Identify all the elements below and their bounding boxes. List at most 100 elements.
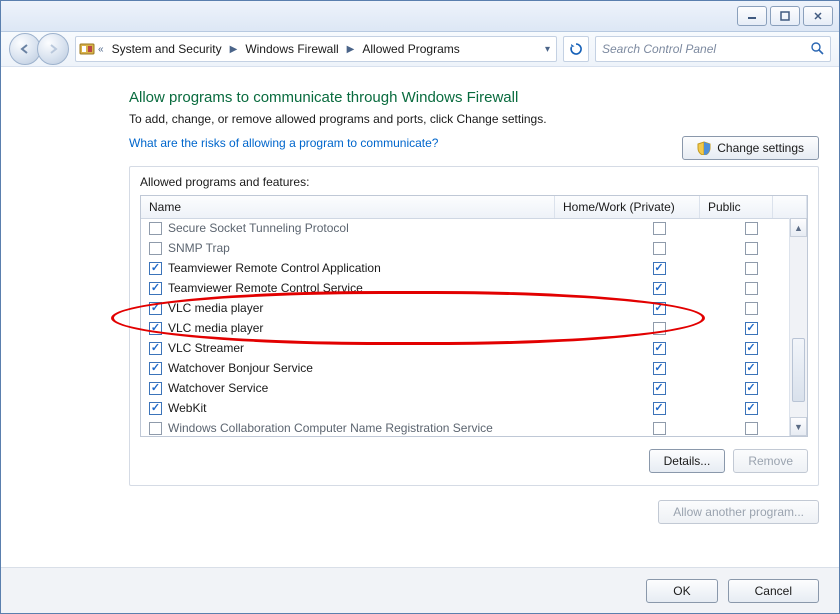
change-settings-label: Change settings bbox=[717, 141, 804, 155]
homework-checkbox[interactable] bbox=[653, 342, 666, 355]
col-scroll-spacer bbox=[773, 196, 807, 218]
public-cell bbox=[726, 242, 782, 255]
public-checkbox[interactable] bbox=[745, 402, 758, 415]
homework-checkbox[interactable] bbox=[653, 262, 666, 275]
table-row[interactable]: Watchover Service bbox=[141, 378, 790, 398]
homework-cell bbox=[598, 422, 726, 435]
enable-checkbox[interactable] bbox=[149, 342, 162, 355]
public-cell bbox=[726, 302, 782, 315]
homework-checkbox[interactable] bbox=[653, 322, 666, 335]
table-row[interactable]: WebKit bbox=[141, 398, 790, 418]
close-icon bbox=[813, 11, 823, 21]
homework-cell bbox=[598, 362, 726, 375]
ok-button[interactable]: OK bbox=[646, 579, 717, 603]
allowed-programs-panel: Allowed programs and features: Name Home… bbox=[129, 166, 819, 486]
program-name: Teamviewer Remote Control Service bbox=[168, 281, 598, 295]
homework-cell bbox=[598, 282, 726, 295]
program-name: Teamviewer Remote Control Application bbox=[168, 261, 598, 275]
risks-link[interactable]: What are the risks of allowing a program… bbox=[129, 136, 438, 150]
public-checkbox[interactable] bbox=[745, 302, 758, 315]
enable-checkbox[interactable] bbox=[149, 362, 162, 375]
homework-checkbox[interactable] bbox=[653, 302, 666, 315]
breadcrumb-seg-1[interactable]: Windows Firewall bbox=[239, 38, 344, 60]
grid-rows: Secure Socket Tunneling ProtocolSNMP Tra… bbox=[141, 218, 790, 436]
enable-checkbox[interactable] bbox=[149, 262, 162, 275]
page-subtitle: To add, change, or remove allowed progra… bbox=[129, 112, 819, 126]
change-settings-button[interactable]: Change settings bbox=[682, 136, 819, 160]
public-cell bbox=[726, 222, 782, 235]
scroll-down-button[interactable]: ▼ bbox=[790, 417, 807, 436]
scrollbar[interactable]: ▲ ▼ bbox=[789, 218, 807, 436]
close-button[interactable] bbox=[803, 6, 833, 26]
homework-checkbox[interactable] bbox=[653, 402, 666, 415]
table-row[interactable]: VLC Streamer bbox=[141, 338, 790, 358]
homework-checkbox[interactable] bbox=[653, 382, 666, 395]
public-checkbox[interactable] bbox=[745, 422, 758, 435]
enable-checkbox[interactable] bbox=[149, 242, 162, 255]
search-input[interactable]: Search Control Panel bbox=[595, 36, 831, 62]
enable-checkbox[interactable] bbox=[149, 322, 162, 335]
homework-checkbox[interactable] bbox=[653, 222, 666, 235]
panel-header: Allowed programs and features: bbox=[130, 167, 818, 195]
chevron-down-icon[interactable]: ▾ bbox=[545, 44, 550, 55]
public-cell bbox=[726, 342, 782, 355]
table-row[interactable]: Windows Collaboration Computer Name Regi… bbox=[141, 418, 790, 436]
table-row[interactable]: Teamviewer Remote Control Service bbox=[141, 278, 790, 298]
remove-button[interactable]: Remove bbox=[733, 449, 808, 473]
public-cell bbox=[726, 322, 782, 335]
details-button[interactable]: Details... bbox=[649, 449, 726, 473]
shield-icon bbox=[697, 141, 711, 155]
col-homework[interactable]: Home/Work (Private) bbox=[555, 196, 700, 218]
col-public[interactable]: Public bbox=[700, 196, 773, 218]
chevron-right-icon: « bbox=[96, 44, 106, 55]
scroll-up-button[interactable]: ▲ bbox=[790, 218, 807, 237]
public-checkbox[interactable] bbox=[745, 242, 758, 255]
public-checkbox[interactable] bbox=[745, 362, 758, 375]
chevron-right-icon: ▶ bbox=[345, 44, 357, 55]
table-row[interactable]: Secure Socket Tunneling Protocol bbox=[141, 218, 790, 238]
enable-checkbox[interactable] bbox=[149, 382, 162, 395]
public-checkbox[interactable] bbox=[745, 282, 758, 295]
forward-button[interactable] bbox=[37, 33, 69, 65]
homework-checkbox[interactable] bbox=[653, 242, 666, 255]
table-row[interactable]: SNMP Trap bbox=[141, 238, 790, 258]
minimize-button[interactable] bbox=[737, 6, 767, 26]
enable-checkbox[interactable] bbox=[149, 422, 162, 435]
enable-checkbox[interactable] bbox=[149, 282, 162, 295]
homework-checkbox[interactable] bbox=[653, 282, 666, 295]
allow-another-program-button[interactable]: Allow another program... bbox=[658, 500, 819, 524]
public-cell bbox=[726, 402, 782, 415]
public-checkbox[interactable] bbox=[745, 222, 758, 235]
breadcrumb-seg-0[interactable]: System and Security bbox=[106, 38, 228, 60]
homework-cell bbox=[598, 402, 726, 415]
cancel-button[interactable]: Cancel bbox=[728, 579, 819, 603]
program-name: Watchover Bonjour Service bbox=[168, 361, 598, 375]
col-name[interactable]: Name bbox=[141, 196, 555, 218]
homework-checkbox[interactable] bbox=[653, 422, 666, 435]
breadcrumb-seg-2[interactable]: Allowed Programs bbox=[356, 38, 465, 60]
breadcrumb[interactable]: « System and Security ▶ Windows Firewall… bbox=[75, 36, 557, 62]
top-row: What are the risks of allowing a program… bbox=[129, 136, 819, 162]
table-row[interactable]: VLC media player bbox=[141, 298, 790, 318]
public-checkbox[interactable] bbox=[745, 262, 758, 275]
navbar: « System and Security ▶ Windows Firewall… bbox=[1, 32, 839, 67]
homework-checkbox[interactable] bbox=[653, 362, 666, 375]
table-row[interactable]: VLC media player bbox=[141, 318, 790, 338]
public-checkbox[interactable] bbox=[745, 382, 758, 395]
enable-checkbox[interactable] bbox=[149, 222, 162, 235]
maximize-button[interactable] bbox=[770, 6, 800, 26]
enable-checkbox[interactable] bbox=[149, 402, 162, 415]
table-row[interactable]: Teamviewer Remote Control Application bbox=[141, 258, 790, 278]
refresh-button[interactable] bbox=[563, 36, 589, 62]
titlebar bbox=[1, 1, 839, 32]
bottom-bar: OK Cancel bbox=[1, 567, 839, 613]
enable-checkbox[interactable] bbox=[149, 302, 162, 315]
control-panel-icon bbox=[78, 40, 96, 58]
homework-cell bbox=[598, 222, 726, 235]
public-checkbox[interactable] bbox=[745, 342, 758, 355]
scroll-thumb[interactable] bbox=[792, 338, 805, 402]
table-row[interactable]: Watchover Bonjour Service bbox=[141, 358, 790, 378]
public-checkbox[interactable] bbox=[745, 322, 758, 335]
public-cell bbox=[726, 422, 782, 435]
public-cell bbox=[726, 382, 782, 395]
